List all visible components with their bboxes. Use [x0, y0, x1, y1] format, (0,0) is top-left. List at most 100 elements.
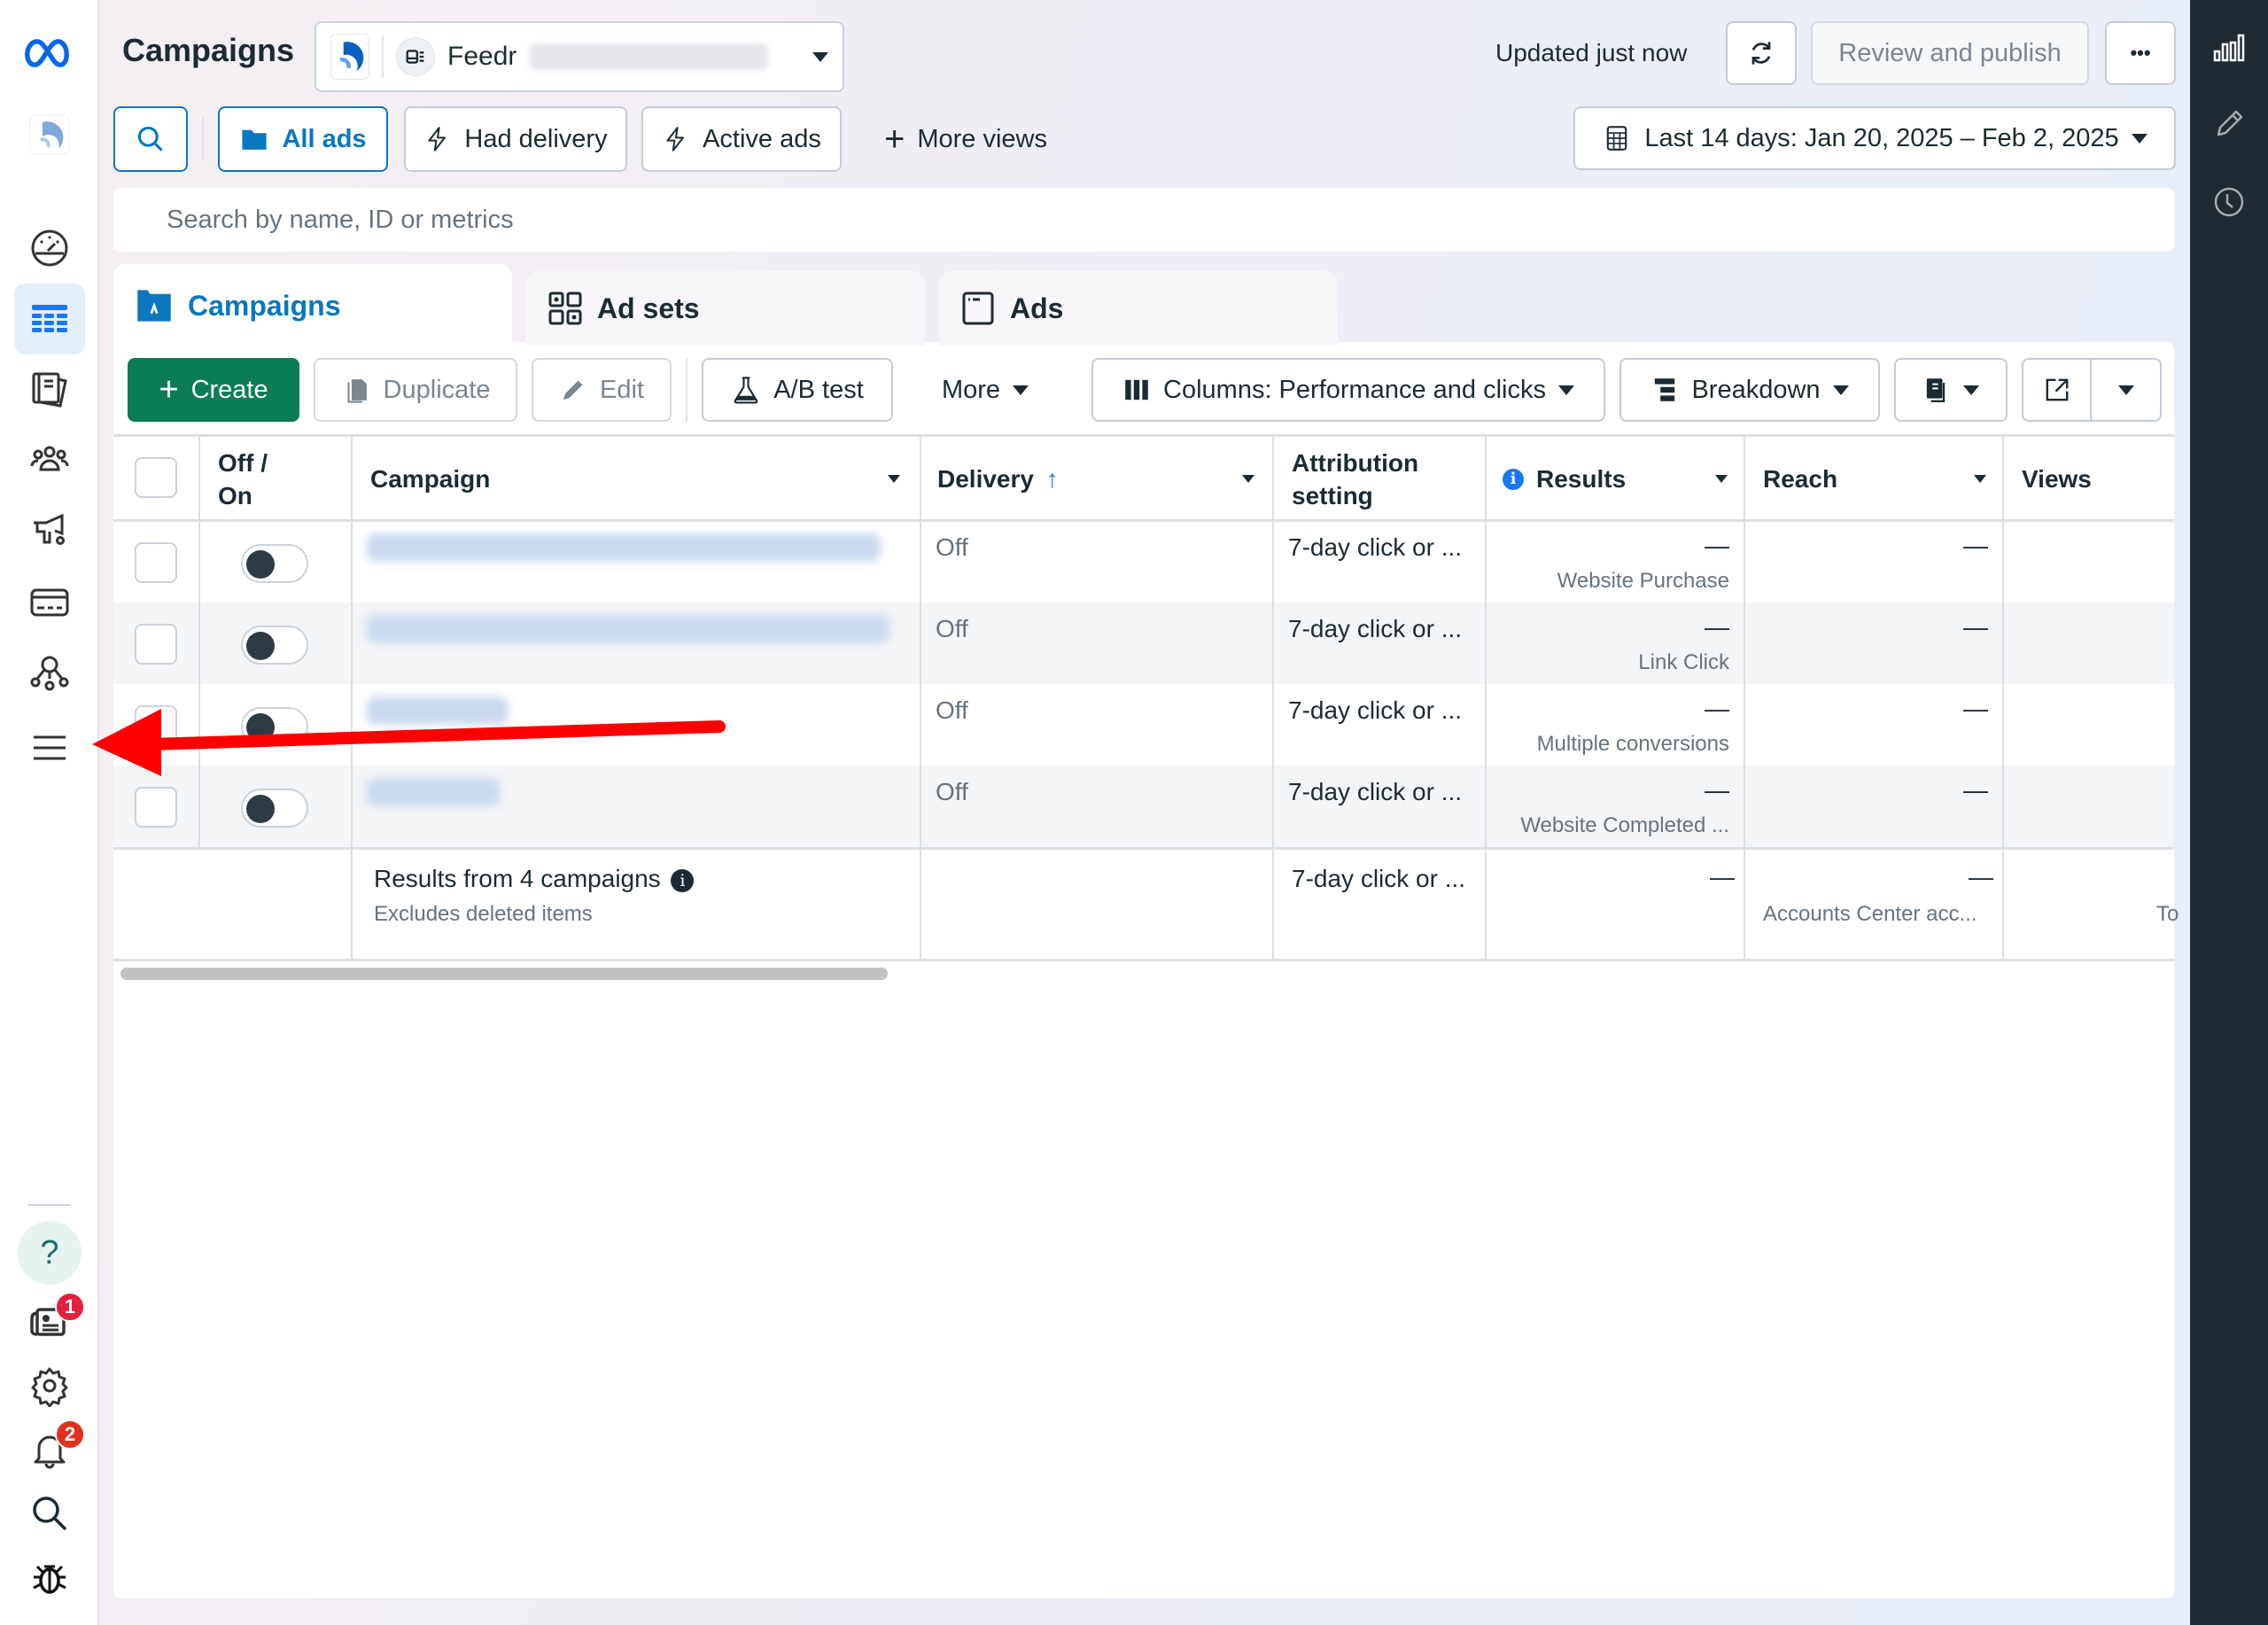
- ab-test-button[interactable]: A/B test: [702, 358, 893, 422]
- report-bug-icon[interactable]: [14, 1542, 85, 1613]
- campaign-name-redacted[interactable]: [367, 533, 881, 562]
- campaign-on-off-toggle[interactable]: [241, 707, 308, 746]
- billing-icon[interactable]: [14, 567, 85, 638]
- export-button[interactable]: [2023, 360, 2093, 420]
- header-reach[interactable]: Reach: [1763, 463, 1837, 495]
- header-off-on[interactable]: Off / On: [218, 447, 268, 512]
- tab-ads[interactable]: Ads: [939, 271, 1338, 346]
- attribution-setting: 7-day click or ...: [1288, 615, 1463, 642]
- view-had-delivery[interactable]: Had delivery: [404, 106, 627, 172]
- column-divider: [198, 436, 200, 847]
- horizontal-scrollbar[interactable]: [120, 968, 888, 980]
- refresh-button[interactable]: [1726, 21, 1797, 85]
- row-checkbox[interactable]: [135, 542, 177, 583]
- edit-button[interactable]: Edit: [532, 358, 672, 422]
- info-icon[interactable]: i: [671, 868, 695, 892]
- campaign-on-off-toggle[interactable]: [241, 544, 308, 583]
- help-icon[interactable]: ?: [18, 1221, 82, 1285]
- ab-test-label: A/B test: [773, 375, 864, 404]
- create-button[interactable]: + Create: [128, 358, 299, 422]
- campaign-column-menu-icon[interactable]: [888, 475, 900, 483]
- columns-label: Columns: Performance and clicks: [1163, 375, 1546, 404]
- sort-ascending-icon: ↑: [1045, 465, 1059, 493]
- breakdown-dropdown[interactable]: Breakdown: [1619, 358, 1880, 422]
- toggle-knob: [246, 550, 275, 579]
- chevron-down-icon: [1013, 385, 1029, 395]
- row-checkbox[interactable]: [135, 705, 177, 746]
- edit-pencil-icon[interactable]: [2210, 105, 2249, 144]
- campaign-name-redacted[interactable]: [367, 696, 509, 725]
- charts-icon[interactable]: [2210, 28, 2249, 67]
- more-actions-label: More: [941, 375, 1001, 404]
- campaign-on-off-toggle[interactable]: [241, 789, 308, 828]
- folder-icon: [242, 129, 268, 150]
- header-delivery[interactable]: Delivery ↑: [937, 463, 1059, 495]
- results-column-menu-icon[interactable]: [1715, 475, 1728, 483]
- history-clock-icon[interactable]: [2210, 183, 2249, 222]
- view-active-ads-label: Active ads: [703, 124, 821, 153]
- settings-gear-icon[interactable]: [14, 1350, 85, 1421]
- all-tools-menu-icon[interactable]: [14, 712, 85, 783]
- export-options-dropdown[interactable]: [2092, 360, 2160, 420]
- summary-title: Results from 4 campaigns i: [374, 865, 695, 893]
- audiences-icon[interactable]: [14, 425, 85, 496]
- account-overview-icon[interactable]: [14, 213, 85, 284]
- results-type: Multiple conversions: [1536, 732, 1729, 756]
- flask-icon: [734, 377, 758, 404]
- view-had-delivery-label: Had delivery: [464, 124, 608, 153]
- lightning-icon: [428, 127, 447, 152]
- header-delivery-label: Delivery: [937, 465, 1034, 493]
- info-icon[interactable]: i: [1503, 468, 1524, 490]
- tab-ad-sets[interactable]: Ad sets: [526, 271, 925, 346]
- more-actions-dropdown[interactable]: More: [911, 358, 1060, 422]
- toggle-knob: [246, 713, 275, 742]
- row-checkbox[interactable]: [135, 787, 177, 828]
- reports-dropdown[interactable]: [1894, 358, 2008, 422]
- review-and-publish-button[interactable]: Review and publish: [1811, 21, 2089, 85]
- row-checkbox[interactable]: [135, 624, 177, 665]
- edit-label: Edit: [600, 375, 644, 404]
- reach-column-menu-icon[interactable]: [1974, 475, 1986, 483]
- campaign-name-redacted[interactable]: [367, 778, 500, 806]
- summary-attribution: 7-day click or ...: [1292, 865, 1466, 892]
- ad-account-selector[interactable]: Feedr: [315, 21, 844, 92]
- chevron-down-icon: [1557, 385, 1574, 395]
- meta-logo-icon[interactable]: [14, 18, 85, 89]
- breakdown-label: Breakdown: [1691, 375, 1821, 404]
- more-options-button[interactable]: •••: [2105, 21, 2176, 85]
- header-views[interactable]: Views: [2022, 463, 2092, 495]
- toolbar-divider: [686, 358, 687, 422]
- search-toggle-button[interactable]: [113, 106, 188, 172]
- table-border: [113, 434, 2174, 437]
- ads-reporting-icon[interactable]: [14, 354, 85, 425]
- campaigns-nav-icon[interactable]: [14, 284, 85, 354]
- table-border: [113, 847, 2174, 850]
- view-all-ads[interactable]: All ads: [218, 106, 388, 172]
- column-divider: [2002, 436, 2004, 959]
- tab-campaigns[interactable]: Campaigns: [113, 264, 512, 347]
- column-divider: [1272, 436, 1274, 959]
- duplicate-button[interactable]: Duplicate: [314, 358, 517, 422]
- search-icon[interactable]: [14, 1478, 85, 1549]
- header-results[interactable]: i Results: [1503, 463, 1626, 495]
- events-manager-icon[interactable]: [14, 638, 85, 709]
- columns-dropdown[interactable]: Columns: Performance and clicks: [1091, 358, 1605, 422]
- advertising-settings-icon[interactable]: [14, 496, 85, 567]
- delivery-column-menu-icon[interactable]: [1242, 475, 1254, 483]
- more-views-button[interactable]: + More views: [868, 106, 1063, 172]
- column-divider: [351, 436, 353, 959]
- tab-ads-label: Ads: [1010, 292, 1064, 324]
- left-navigation: ? 1 2: [0, 0, 99, 1625]
- summary-title-text: Results from 4 campaigns: [374, 865, 661, 892]
- select-all-checkbox[interactable]: [135, 457, 177, 498]
- column-divider: [920, 436, 921, 959]
- header-campaign[interactable]: Campaign: [370, 463, 490, 495]
- create-label: Create: [190, 375, 268, 404]
- campaign-on-off-toggle[interactable]: [241, 626, 308, 665]
- campaign-name-redacted[interactable]: [367, 615, 889, 643]
- account-avatar[interactable]: [14, 99, 85, 170]
- date-range-picker[interactable]: Last 14 days: Jan 20, 2025 – Feb 2, 2025: [1573, 106, 2176, 170]
- view-active-ads[interactable]: Active ads: [641, 106, 842, 172]
- search-input[interactable]: [167, 205, 2174, 235]
- header-attribution-setting[interactable]: Attribution setting: [1292, 447, 1418, 512]
